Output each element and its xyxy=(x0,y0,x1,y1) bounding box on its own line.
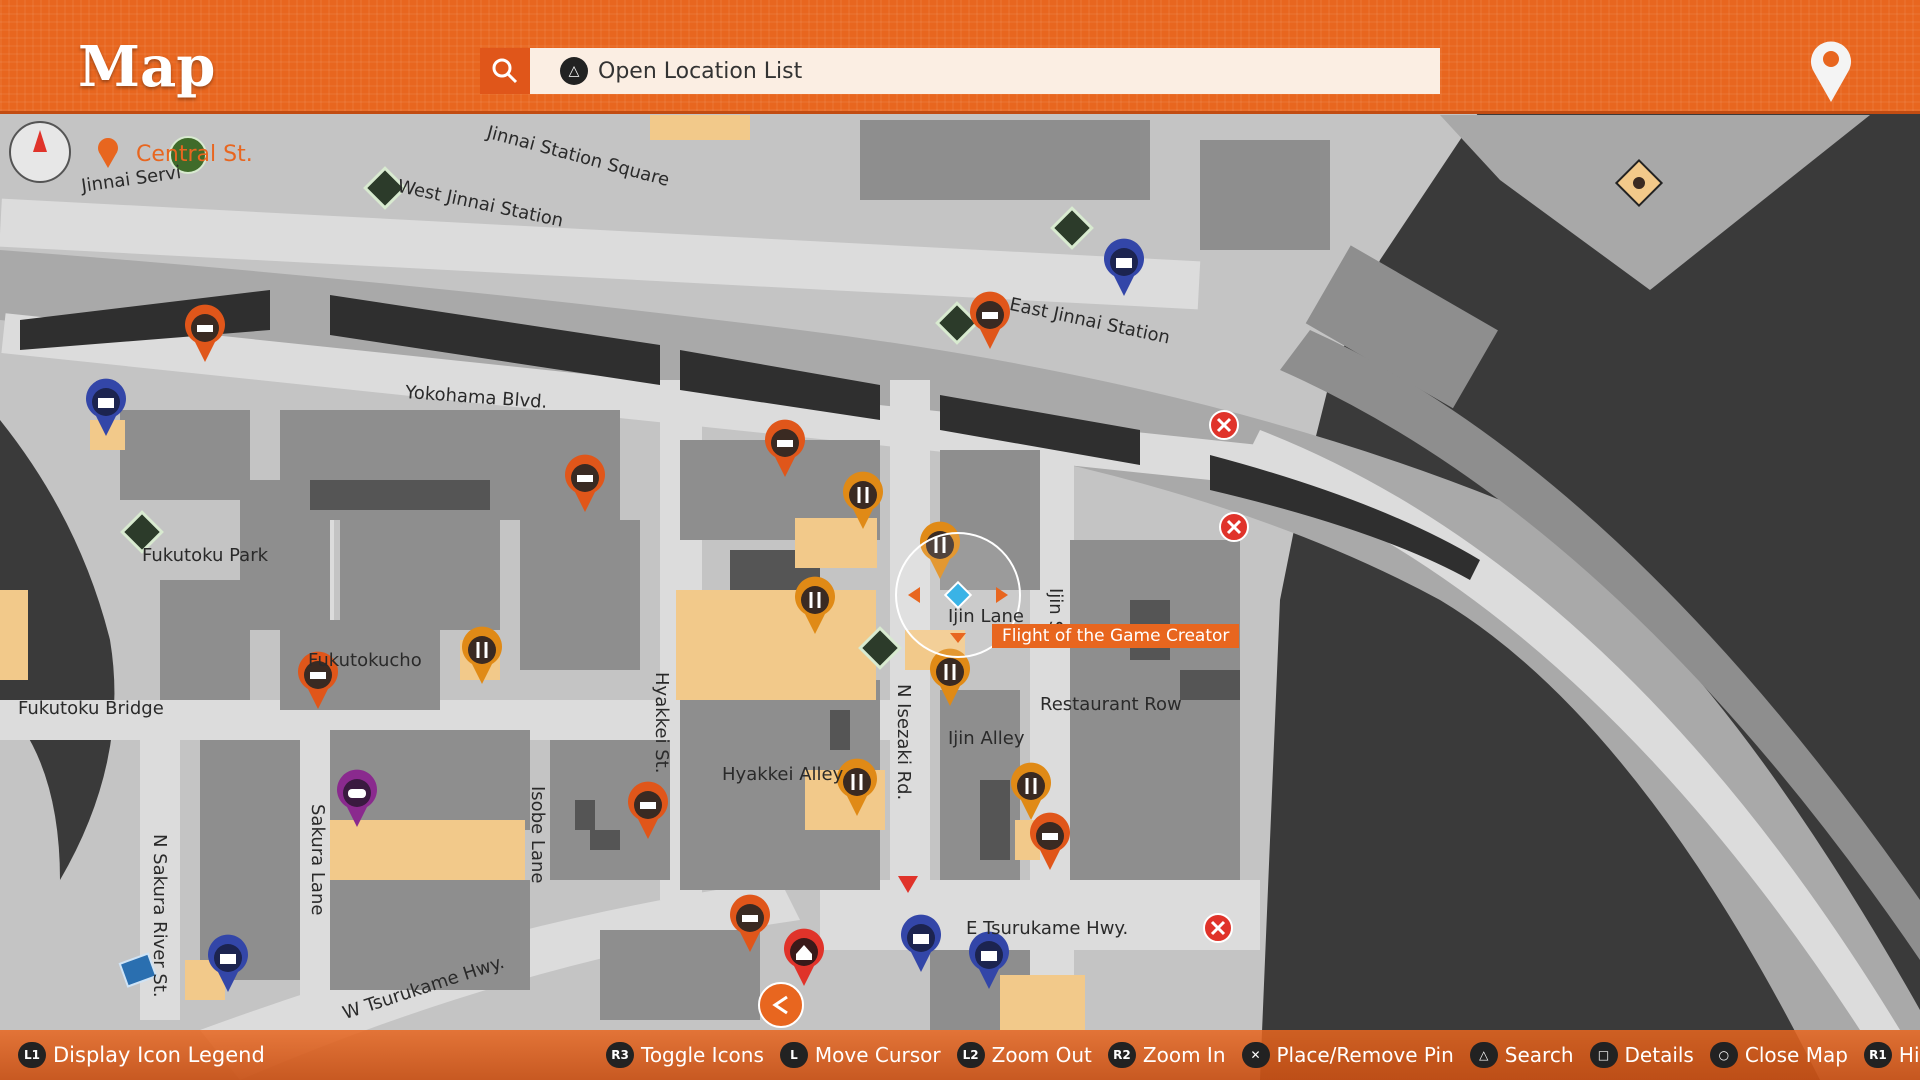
street-label: Fukutokucho xyxy=(308,650,422,671)
display-icon-legend-button[interactable]: L1 Display Icon Legend xyxy=(18,1037,265,1073)
r3-button-icon: R3 xyxy=(606,1042,634,1068)
open-location-list-button[interactable]: △ Open Location List xyxy=(560,57,802,85)
l2-button-icon: L2 xyxy=(956,1042,985,1068)
no-entry-icon xyxy=(1209,410,1239,440)
street-label: N Isezaki Rd. xyxy=(893,684,914,801)
street-label: Hyakkei Alley xyxy=(722,764,844,785)
r2-button-icon: R2 xyxy=(1107,1042,1136,1068)
back-arrow-icon xyxy=(758,982,804,1028)
street-label: Sakura Lane xyxy=(307,804,328,916)
street-label: Restaurant Row xyxy=(1040,694,1182,715)
search-control[interactable]: △ Search xyxy=(1469,1042,1574,1068)
control-label: Place/Remove Pin xyxy=(1276,1043,1454,1067)
control-label: Close Map xyxy=(1744,1043,1848,1067)
zoom-out-control[interactable]: L2 Zoom Out xyxy=(956,1042,1092,1068)
move-cursor-control[interactable]: L Move Cursor xyxy=(779,1042,941,1068)
legend-label: Display Icon Legend xyxy=(53,1043,265,1067)
control-label: Zoom In xyxy=(1142,1043,1226,1067)
search-label-text: Open Location List xyxy=(598,58,803,84)
street-label: Isobe Lane xyxy=(527,786,548,884)
l-stick-icon: L xyxy=(779,1042,808,1068)
triangle-button-icon: △ xyxy=(560,57,588,85)
cross-button-icon: ✕ xyxy=(1241,1042,1270,1068)
search-icon[interactable] xyxy=(480,48,530,94)
control-label: Toggle Icons xyxy=(641,1043,764,1067)
control-label: Hide Controls xyxy=(1898,1043,1920,1067)
l1-button-icon: L1 xyxy=(18,1042,46,1068)
triangle-button-icon: △ xyxy=(1469,1042,1498,1068)
hide-controls-control[interactable]: R1 Hide Controls xyxy=(1863,1042,1920,1068)
place-remove-pin-control[interactable]: ✕ Place/Remove Pin xyxy=(1241,1042,1454,1068)
control-label: Search xyxy=(1504,1043,1574,1067)
page-title: Map xyxy=(78,34,216,100)
destination-label[interactable]: Flight of the Game Creator xyxy=(992,624,1240,648)
control-label: Details xyxy=(1624,1043,1694,1067)
map-header: Map △ Open Location List xyxy=(0,0,1920,114)
control-label: Move Cursor xyxy=(814,1043,941,1067)
zoom-in-control[interactable]: R2 Zoom In xyxy=(1107,1042,1226,1068)
toggle-icons-control[interactable]: R3 Toggle Icons xyxy=(606,1042,764,1068)
map-canvas[interactable] xyxy=(0,0,1920,1080)
street-label: Hyakkei St. xyxy=(651,672,672,774)
close-map-control[interactable]: ○ Close Map xyxy=(1709,1042,1848,1068)
control-hints: R3 Toggle Icons L Move Cursor L2 Zoom Out R… xyxy=(606,1037,1920,1073)
location-search-bar[interactable]: △ Open Location List xyxy=(480,48,1440,94)
no-entry-icon xyxy=(1203,913,1233,943)
current-location-label: Central St. xyxy=(136,142,253,167)
street-label: N Sakura River St. xyxy=(149,834,170,998)
r1-button-icon: R1 xyxy=(1863,1042,1892,1068)
street-label: E Tsurukame Hwy. xyxy=(966,918,1129,939)
street-label: Fukutoku Park xyxy=(142,545,269,566)
street-label: Ijin Alley xyxy=(948,728,1025,749)
square-button-icon: □ xyxy=(1589,1042,1618,1068)
no-entry-icon xyxy=(1219,512,1249,542)
map-view[interactable]: Jinnai Station Square West Jinnai Statio… xyxy=(0,0,1920,1080)
details-control[interactable]: □ Details xyxy=(1589,1042,1694,1068)
control-label: Zoom Out xyxy=(991,1043,1092,1067)
location-pin-icon[interactable] xyxy=(1806,34,1856,108)
circle-button-icon: ○ xyxy=(1709,1042,1738,1068)
street-label: Fukutoku Bridge xyxy=(18,698,164,719)
compass-icon xyxy=(9,121,71,183)
